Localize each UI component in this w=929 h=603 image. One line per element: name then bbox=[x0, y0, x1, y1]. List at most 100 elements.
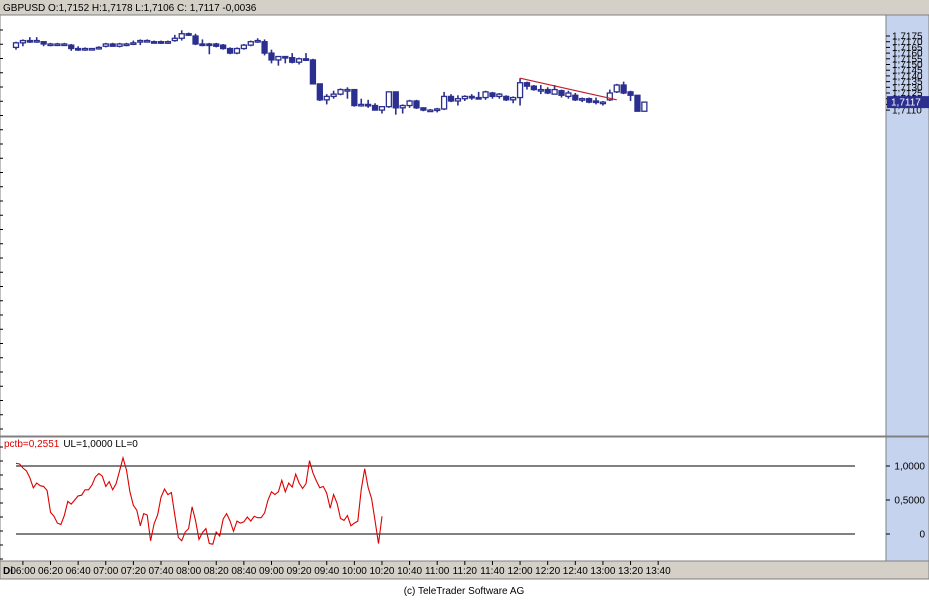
candle-body-up bbox=[130, 42, 137, 45]
candle-body-up bbox=[641, 101, 648, 112]
candle-body-down bbox=[585, 98, 593, 103]
candle-body-up bbox=[482, 91, 489, 99]
candle bbox=[116, 42, 123, 48]
candle bbox=[420, 107, 427, 112]
candle-body-up bbox=[510, 96, 517, 101]
candle-body-down bbox=[192, 35, 199, 45]
candle-body-down bbox=[365, 103, 372, 107]
candle bbox=[102, 42, 109, 48]
candle-body-up bbox=[164, 41, 172, 44]
candle bbox=[109, 42, 116, 47]
candle bbox=[95, 46, 103, 50]
time-tick-label: 13:20 bbox=[618, 566, 643, 577]
time-tick-label: 10:40 bbox=[397, 566, 422, 577]
indicator-tick-label: 0,5000 bbox=[894, 496, 925, 507]
candle-body-down bbox=[157, 41, 165, 44]
time-tick-label: 13:00 bbox=[590, 566, 615, 577]
candle-body-down bbox=[309, 59, 317, 85]
candle-body-up bbox=[399, 104, 406, 109]
time-tick-label: 13:40 bbox=[646, 566, 671, 577]
candle-body-up bbox=[358, 103, 365, 107]
candle bbox=[226, 47, 234, 55]
time-tick-label: 06:20 bbox=[38, 566, 63, 577]
last-price-label: 1,7117 bbox=[891, 98, 921, 109]
indicator-legend: pctb=0,2551 UL=1,0000 LL=0 bbox=[4, 439, 138, 450]
time-tick-label: 12:00 bbox=[508, 566, 533, 577]
time-tick-label: 08:00 bbox=[176, 566, 201, 577]
candle bbox=[316, 83, 323, 101]
candle bbox=[337, 88, 344, 96]
candle bbox=[413, 99, 420, 109]
candle-body-down bbox=[261, 41, 268, 54]
candle-body-up bbox=[440, 95, 448, 110]
time-tick-label: 10:20 bbox=[369, 566, 394, 577]
candle-body-down bbox=[371, 104, 379, 111]
candle-body-down bbox=[351, 88, 358, 107]
candle bbox=[641, 101, 648, 112]
candle-body-down bbox=[420, 107, 427, 111]
candle-body-up bbox=[95, 46, 103, 50]
candle bbox=[309, 58, 317, 85]
candle-body-down bbox=[68, 44, 75, 50]
candle-body-down bbox=[213, 43, 220, 47]
candle-body-down bbox=[489, 92, 496, 98]
candle-body-up bbox=[434, 108, 441, 112]
chart-canvas: GBPUSD O:1,7152 H:1,7178 L:1,7106 C: 1,7… bbox=[0, 0, 929, 598]
symbol-label: GBPUSD bbox=[3, 3, 45, 14]
day-label: Di bbox=[3, 566, 13, 577]
candle-body-down bbox=[544, 88, 551, 94]
candle-body-down bbox=[199, 43, 206, 47]
candle-body-down bbox=[109, 43, 116, 47]
candle bbox=[192, 33, 199, 46]
candle-body-up bbox=[537, 88, 544, 92]
candle-body-up bbox=[378, 106, 386, 111]
candle-body-up bbox=[516, 82, 524, 99]
candle-body-up bbox=[295, 58, 303, 63]
candle-body-down bbox=[40, 41, 47, 45]
candle-body-up bbox=[551, 88, 558, 95]
indicator-tick-label: 1,0000 bbox=[894, 462, 925, 473]
candle-body-up bbox=[275, 55, 282, 61]
candle-body-up bbox=[385, 91, 393, 108]
time-tick-label: 11:40 bbox=[480, 566, 505, 577]
time-tick-label: 08:40 bbox=[231, 566, 256, 577]
indicator-plot-area[interactable] bbox=[0, 436, 887, 562]
time-tick-label: 06:00 bbox=[10, 566, 35, 577]
candle bbox=[47, 42, 54, 47]
time-tick-label: 09:00 bbox=[259, 566, 284, 577]
candle-body-up bbox=[178, 33, 185, 39]
chart-window: GBPUSD O:1,7152 H:1,7178 L:1,7106 C: 1,7… bbox=[0, 0, 929, 598]
price-plot-area[interactable] bbox=[0, 14, 887, 437]
candle bbox=[157, 40, 165, 44]
candle-body-down bbox=[634, 94, 641, 112]
candle bbox=[88, 47, 96, 51]
time-tick-label: 09:40 bbox=[314, 566, 339, 577]
candle-body-up bbox=[254, 39, 261, 43]
candle-body-down bbox=[468, 95, 475, 99]
time-tick-label: 07:00 bbox=[93, 566, 118, 577]
time-tick-label: 07:20 bbox=[121, 566, 146, 577]
indicator-name: pctb=0,2551 bbox=[4, 439, 60, 450]
time-tick-label: 07:40 bbox=[148, 566, 173, 577]
candle-body-up bbox=[344, 88, 351, 92]
time-tick-label: 10:00 bbox=[342, 566, 367, 577]
time-tick-label: 08:20 bbox=[204, 566, 229, 577]
candle-body-down bbox=[627, 91, 634, 96]
candle-body-up bbox=[61, 43, 68, 47]
candle-body-down bbox=[289, 57, 296, 63]
candle-body-down bbox=[475, 96, 482, 100]
last-price-marker: 1,7117 bbox=[887, 96, 929, 109]
candle bbox=[585, 97, 593, 104]
candle-body-down bbox=[558, 90, 565, 96]
candle-body-up bbox=[81, 47, 89, 51]
time-tick-label: 12:20 bbox=[535, 566, 560, 577]
candle-body-up bbox=[427, 109, 434, 113]
candle-body-up bbox=[406, 100, 413, 107]
candle bbox=[261, 39, 268, 56]
candle-body-up bbox=[12, 42, 20, 49]
candle-body-up bbox=[88, 47, 96, 51]
candle-body-up bbox=[144, 39, 151, 43]
candle-body-down bbox=[74, 47, 82, 51]
copyright-text: (c) TeleTrader Software AG bbox=[404, 586, 525, 597]
candle-body-up bbox=[54, 43, 61, 47]
